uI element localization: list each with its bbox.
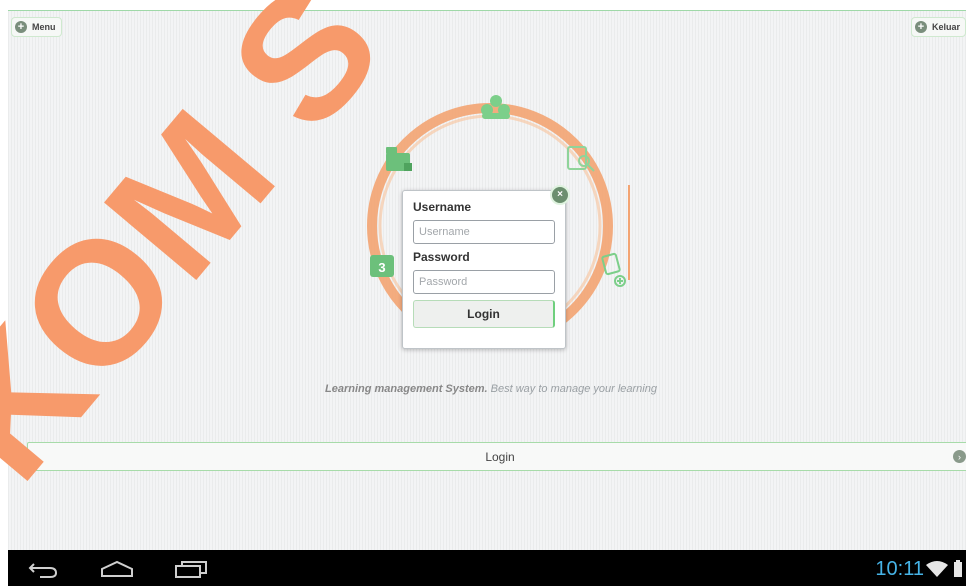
book-icon[interactable]: 3 [370,255,394,277]
back-icon[interactable] [28,560,60,578]
keluar-label: Keluar [931,22,960,32]
password-input[interactable] [413,270,555,294]
keluar-plus-icon: + [914,21,927,33]
recent-apps-icon[interactable] [174,560,208,578]
system-nav-bar: 10:11 [8,550,966,586]
svg-text:3: 3 [378,260,385,275]
login-bar-label: Login [485,449,515,464]
tagline-bold: Learning management System. [325,383,488,395]
clock: 10:11 [875,558,924,580]
chevron-right-icon: › [953,450,966,463]
login-bar[interactable]: Login › [27,442,966,471]
menu-plus-icon: + [15,21,27,33]
username-label: Username [413,200,472,214]
menu-button[interactable]: + Menu [11,17,62,37]
home-icon[interactable] [100,560,134,578]
keluar-button[interactable]: + Keluar [910,17,966,37]
wifi-icon [926,561,948,577]
close-icon[interactable]: × [550,185,570,205]
tagline: Learning management System. Best way to … [8,383,966,395]
username-input[interactable] [413,220,555,244]
battery-icon [954,560,962,577]
ring-divider [628,185,630,280]
tagline-rest: Best way to manage your learning [487,383,657,395]
password-label: Password [413,250,470,264]
login-button[interactable]: Login [413,300,555,328]
menu-label: Menu [32,22,56,32]
login-dialog: × Username Password Login [402,185,570,349]
